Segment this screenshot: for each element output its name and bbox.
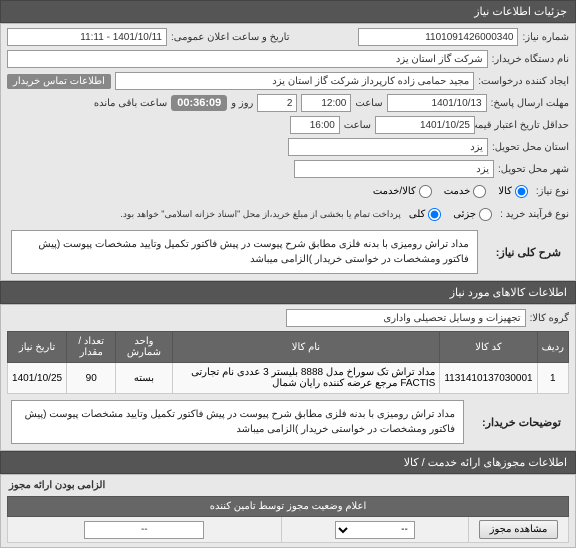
purchase-type-radios: جزئی کلی — [405, 205, 496, 224]
purchase-partial-radio[interactable]: جزئی — [453, 208, 492, 221]
valid-time-field: 16:00 — [290, 116, 340, 134]
goods-panel-header: اطلاعات کالاهای مورد نیاز — [0, 281, 576, 304]
requester-label: ایجاد کننده درخواست: — [478, 76, 569, 87]
buyer-org-field: شرکت گاز استان یزد — [7, 50, 488, 68]
goods-panel: گروه کالا: تجهیزات و وسایل تحصیلی واداری… — [0, 304, 576, 451]
th-qty: تعداد / مقدار — [67, 332, 116, 363]
view-auth-button[interactable]: مشاهده مجوز — [479, 520, 559, 539]
valid-from-label: حداقل تاریخ اعتبار قیمت تا تاریخ: — [479, 120, 569, 131]
auth-required-label: الزامی بودن ارائه مجوز — [9, 480, 105, 491]
auth-table: اعلام وضعیت مجوز توسط تامین کننده مشاهده… — [7, 496, 569, 543]
goods-table: ردیف کد کالا نام کالا واحد شمارش تعداد /… — [7, 331, 569, 394]
cell-date: 1401/10/25 — [8, 363, 67, 394]
req-number-label: شماره نیاز: — [522, 32, 569, 43]
main-panel: شماره نیاز: 1101091426000340 تاریخ و ساع… — [0, 23, 576, 281]
cell-code: 1131410137030001 — [440, 363, 537, 394]
group-field: تجهیزات و وسایل تحصیلی واداری — [286, 309, 526, 327]
delivery-city-field: یزد — [294, 160, 494, 178]
requester-field: مجید حمامی زاده کارپرداز شرکت گاز استان … — [115, 72, 474, 90]
group-label: گروه کالا: — [530, 313, 569, 324]
reply-time-field: 12:00 — [301, 94, 351, 112]
th-date: تاریخ نیاز — [8, 332, 67, 363]
need-goods-radio[interactable]: کالا — [498, 185, 528, 198]
day-label: روز و — [231, 98, 253, 109]
delivery-prov-label: استان محل تحویل: — [492, 142, 569, 153]
cell-name: مداد تراش تک سوراخ مدل 8888 بلیستر 3 عدد… — [172, 363, 440, 394]
valid-date-field: 1401/10/25 — [375, 116, 475, 134]
th-code: کد کالا — [440, 332, 537, 363]
reply-deadline-label: مهلت ارسال پاسخ: — [491, 98, 569, 109]
purchase-note: پرداخت تمام یا بخشی از مبلغ خرید،از محل … — [120, 209, 400, 220]
reply-date-field: 1401/10/13 — [387, 94, 487, 112]
auth-panel-header: اطلاعات مجوزهای ارائه خدمت / کالا — [0, 451, 576, 474]
desc-text: مداد تراش رومیزی با بدنه فلزی مطابق شرح … — [11, 230, 478, 274]
panel-header: جزئیات اطلاعات نیاز — [0, 0, 576, 23]
auth-th: اعلام وضعیت مجوز توسط تامین کننده — [8, 497, 569, 517]
buyer-note-text: مداد تراش رومیزی با بدنه فلزی مطابق شرح … — [11, 400, 464, 444]
cell-unit: بسته — [116, 363, 172, 394]
desc-label: شرح کلی نیاز: — [488, 242, 569, 263]
th-row: ردیف — [537, 332, 568, 363]
th-name: نام کالا — [172, 332, 440, 363]
buyer-note-label: توضیحات خریدار: — [474, 412, 569, 433]
req-number-field: 1101091426000340 — [358, 28, 518, 46]
time-label-1: ساعت — [355, 98, 382, 109]
pub-date-field: 1401/10/11 - 11:11 — [7, 28, 167, 46]
time-label-2: ساعت — [344, 120, 371, 131]
buyer-org-label: نام دستگاه خریدار: — [492, 54, 569, 65]
auth-panel: الزامی بودن ارائه مجوز اعلام وضعیت مجوز … — [0, 474, 576, 548]
contact-info-button[interactable]: اطلاعات تماس خریدار — [7, 74, 111, 89]
purchase-type-label: نوع فرآیند خرید : — [500, 209, 569, 220]
auth-status-select[interactable]: -- — [335, 521, 415, 539]
cell-row: 1 — [537, 363, 568, 394]
time-left-label: ساعت باقی مانده — [94, 98, 167, 109]
delivery-prov-field: یزد — [288, 138, 488, 156]
auth-val: -- — [84, 521, 204, 539]
need-service-radio[interactable]: خدمت — [444, 185, 487, 198]
cell-qty: 90 — [67, 363, 116, 394]
countdown-timer: 00:36:09 — [171, 95, 227, 111]
th-unit: واحد شمارش — [116, 332, 172, 363]
need-type-radios: کالا خدمت کالا/خدمت — [369, 182, 532, 201]
need-type-label: نوع نیاز: — [536, 186, 569, 197]
delivery-city-label: شهر محل تحویل: — [498, 164, 569, 175]
table-row[interactable]: 1 1131410137030001 مداد تراش تک سوراخ مد… — [8, 363, 569, 394]
day-field: 2 — [257, 94, 297, 112]
need-both-radio[interactable]: کالا/خدمت — [373, 185, 432, 198]
pub-date-label: تاریخ و ساعت اعلان عمومی: — [171, 32, 290, 43]
table-row: مشاهده مجوز -- -- — [8, 517, 569, 543]
purchase-full-radio[interactable]: کلی — [409, 208, 441, 221]
